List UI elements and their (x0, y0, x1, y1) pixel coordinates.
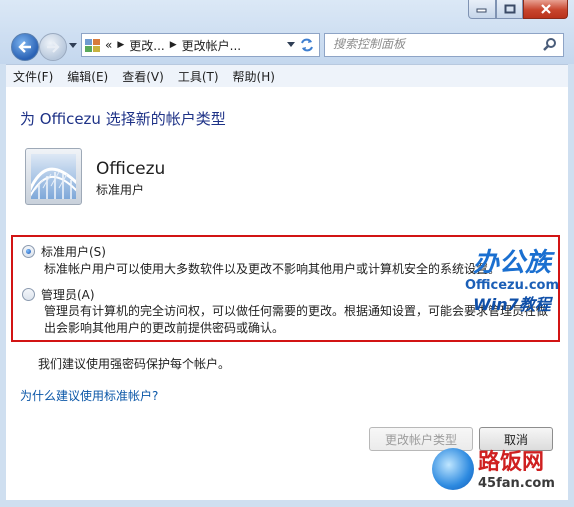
close-icon (540, 4, 551, 14)
close-button[interactable] (523, 0, 568, 19)
address-dropdown-icon[interactable] (287, 42, 295, 47)
change-account-type-button[interactable]: 更改帐户类型 (369, 427, 473, 451)
caption-buttons (468, 0, 568, 20)
user-name: Officezu (96, 159, 166, 179)
search-box (324, 33, 564, 57)
refresh-icon (301, 38, 313, 52)
breadcrumb-change-account[interactable]: 更改... (129, 37, 164, 54)
rollercoaster-picture-icon (31, 154, 76, 199)
maximize-button[interactable] (496, 0, 523, 19)
address-bar[interactable]: « ▶ 更改... ▶ 更改帐户... (81, 33, 320, 57)
why-standard-link[interactable]: 为什么建议使用标准帐户? (20, 387, 158, 404)
option-administrator[interactable]: 管理员(A) (22, 286, 95, 303)
watermark-title: 办公族 (472, 248, 551, 278)
window-chrome: « ▶ 更改... ▶ 更改帐户... (0, 0, 574, 64)
menu-tools[interactable]: 工具(T) (171, 68, 226, 85)
45fan-logo-icon (432, 448, 474, 490)
watermark-site: Officezu.com (464, 278, 559, 293)
history-dropdown-icon[interactable] (69, 43, 77, 48)
administrator-radio[interactable] (22, 288, 35, 301)
menu-help[interactable]: 帮助(H) (226, 68, 282, 85)
page-title: 为 Officezu 选择新的帐户类型 (20, 110, 226, 128)
back-button[interactable] (11, 33, 39, 61)
administrator-label[interactable]: 管理员(A) (41, 286, 95, 303)
breadcrumb-separator-icon[interactable]: ▶ (117, 40, 124, 50)
right-frame (568, 64, 574, 507)
back-arrow-icon (18, 41, 31, 53)
forward-button[interactable] (39, 33, 67, 61)
avatar (25, 148, 82, 205)
search-input[interactable] (325, 34, 533, 54)
cancel-button[interactable]: 取消 (479, 427, 553, 451)
watermark2-site: 45fan.com (478, 476, 555, 491)
password-recommendation: 我们建议使用强密码保护每个帐户。 (38, 357, 231, 371)
forward-arrow-icon (47, 41, 60, 53)
minimize-icon (476, 8, 487, 13)
minimize-button[interactable] (468, 0, 496, 19)
breadcrumb-overflow[interactable]: « (105, 38, 112, 52)
search-icon[interactable] (543, 37, 557, 51)
menu-edit[interactable]: 编辑(E) (60, 68, 115, 85)
officezu-watermark: 办公族 Officezu.com Win7教程 (456, 248, 568, 316)
option-standard-user[interactable]: 标准用户(S) (22, 243, 106, 260)
maximize-icon (504, 4, 515, 14)
menu-bar: 文件(F) 编辑(E) 查看(V) 工具(T) 帮助(H) (6, 64, 568, 88)
control-panel-icon (85, 39, 100, 52)
user-account-type: 标准用户 (96, 183, 145, 197)
refresh-button[interactable] (298, 36, 316, 54)
menu-file[interactable]: 文件(F) (6, 68, 60, 85)
45fan-watermark: 路饭网 45fan.com (478, 450, 555, 492)
breadcrumb-separator-icon[interactable]: ▶ (170, 40, 177, 50)
standard-user-radio[interactable] (22, 245, 35, 258)
standard-user-label[interactable]: 标准用户(S) (41, 243, 106, 260)
window: « ▶ 更改... ▶ 更改帐户... 文件(F) 编辑(E) 查看(V) 工 (0, 0, 574, 507)
menu-view[interactable]: 查看(V) (115, 68, 171, 85)
breadcrumb-change-account-type[interactable]: 更改帐户... (182, 37, 241, 54)
watermark2-title: 路饭网 (478, 450, 545, 475)
watermark-tag: Win7教程 (473, 295, 551, 314)
